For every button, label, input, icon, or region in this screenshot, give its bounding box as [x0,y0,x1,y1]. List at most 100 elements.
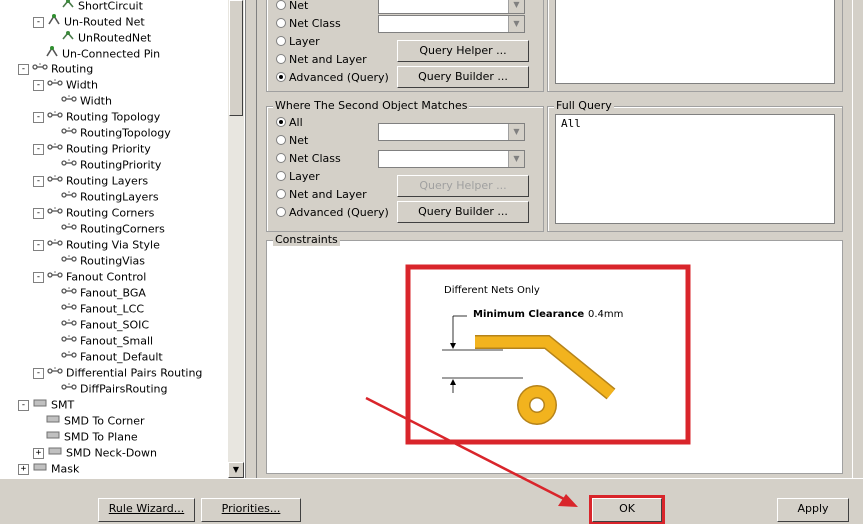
rules-tree[interactable]: ShortCircuit - Un-Routed Net UnRoutedNet Un-… [0,0,246,478]
routing-rule-icon [47,109,63,126]
tree-item[interactable]: Un-Connected Pin [33,45,160,61]
tree-item[interactable]: + Mask [18,461,79,477]
tree-item[interactable]: - Fanout Control [33,269,146,285]
tree-item[interactable]: - Width [33,77,98,93]
smt-rule-icon [32,461,48,478]
tree-item-label: UnRoutedNet [78,31,152,45]
collapse-icon[interactable]: - [33,144,44,155]
routing-rule-icon [61,381,77,398]
routing-rule-icon [32,61,48,78]
tree-item[interactable]: - SMT [18,397,74,413]
collapse-icon[interactable]: - [33,208,44,219]
tree-item[interactable]: DiffPairsRouting [49,381,167,397]
tree-item-label: Un-Routed Net [64,15,145,29]
minimum-clearance-value[interactable]: 0.4mm [588,309,623,320]
tree-item[interactable]: + SMD Neck-Down [33,445,157,461]
tree-scrollbar-thumb[interactable] [229,0,243,116]
routing-rule-icon [61,333,77,350]
tree-item[interactable]: - Routing Priority [33,141,151,157]
tree-item[interactable]: UnRoutedNet [49,29,151,45]
expand-icon[interactable]: + [18,464,29,475]
different-nets-label: Different Nets Only [444,285,540,296]
apply-button[interactable]: Apply [777,498,849,522]
expand-icon[interactable]: + [33,448,44,459]
tree-item-label: Width [66,78,98,92]
tree-item[interactable]: SMD To Corner [33,413,145,429]
tree-item-label: Un-Connected Pin [62,47,161,61]
tree-item-label: DiffPairsRouting [80,382,168,396]
tree-item[interactable]: Fanout_LCC [49,301,144,317]
routing-rule-icon [61,189,77,206]
scroll-down-button[interactable]: ▼ [228,462,244,478]
tree-item[interactable]: RoutingLayers [49,189,159,205]
tree-item-label: Fanout_LCC [80,302,145,316]
routing-rule-icon [47,77,63,94]
collapse-icon[interactable]: - [33,368,44,379]
tree-item-label: SMD Neck-Down [66,446,157,460]
tree-item[interactable]: Fanout_Small [49,333,153,349]
routing-rule-icon [61,301,77,318]
tree-item[interactable]: SMD To Plane [33,429,138,445]
collapse-icon[interactable]: - [33,176,44,187]
routing-rule-icon [61,93,77,110]
tree-item-label: RoutingPriority [80,158,162,172]
tree-item-label: Fanout_Default [80,350,163,364]
collapse-icon[interactable]: - [33,272,44,283]
tree-item[interactable]: Fanout_Default [49,349,163,365]
tree-item-label: RoutingLayers [80,190,159,204]
tree-item[interactable]: RoutingTopology [49,125,171,141]
tree-item-label: Fanout_Small [80,334,154,348]
tree-item[interactable]: - Un-Routed Net [33,13,145,29]
routing-rule-icon [47,173,63,190]
tree-item-label: RoutingCorners [80,222,165,236]
smt-rule-icon [47,445,63,462]
routing-rule-icon [47,365,63,382]
tree-item[interactable]: Fanout_BGA [49,285,146,301]
tree-item[interactable]: RoutingCorners [49,221,165,237]
tree-item[interactable]: Fanout_SOIC [49,317,149,333]
rule-wizard-button[interactable]: Rule Wizard... [98,498,195,522]
dialog-button-bar: Rule Wizard... Priorities... OK Apply [0,478,863,524]
tree-item[interactable]: - Routing Corners [33,205,154,221]
tree-item-label: Routing Corners [66,206,155,220]
tree-item[interactable]: RoutingVias [49,253,145,269]
tree-item[interactable]: - Routing Topology [33,109,160,125]
ok-button[interactable]: OK [589,495,665,524]
tree-item[interactable]: ShortCircuit [49,0,143,13]
tree-item-label: Fanout_BGA [80,286,146,300]
routing-rule-icon [61,285,77,302]
minimum-clearance-label: Minimum Clearance [473,309,585,320]
tree-item[interactable]: RoutingPriority [49,157,161,173]
tree-item-label: Fanout Control [66,270,147,284]
collapse-icon[interactable]: - [18,64,29,75]
priorities-button[interactable]: Priorities... [201,498,301,522]
collapse-icon[interactable]: - [18,400,29,411]
collapse-icon[interactable]: - [33,240,44,251]
tree-item-label: ShortCircuit [78,0,143,13]
tree-item-label: Width [80,94,112,108]
tree-item[interactable]: - Differential Pairs Routing [33,365,202,381]
routing-rule-icon [61,221,77,238]
routing-rule-icon [61,253,77,270]
collapse-icon[interactable]: - [33,112,44,123]
tree-item-label: Mask [51,462,80,476]
smt-rule-icon [45,413,61,430]
tree-item-label: Differential Pairs Routing [66,366,203,380]
tree-item-label: Fanout_SOIC [80,318,150,332]
tree-item-label: RoutingVias [80,254,145,268]
rule-editor-pane: Net Net Class Layer Net and Layer Advanc… [256,0,853,478]
tree-item[interactable]: - Routing Layers [33,173,148,189]
tree-item-label: Routing Layers [66,174,149,188]
routing-rule-icon [61,317,77,334]
tree-item-label: Routing Via Style [66,238,160,252]
tree-item-label: Routing Topology [66,110,161,124]
tree-item[interactable]: Width [49,93,112,109]
tree-item-label: Routing [51,62,94,76]
tree-item-label: RoutingTopology [80,126,171,140]
collapse-icon[interactable]: - [33,17,44,28]
tree-item[interactable]: - Routing Via Style [33,237,160,253]
collapse-icon[interactable]: - [33,80,44,91]
tree-scrollbar[interactable]: ▼ [228,0,244,478]
dialog-edge [852,0,863,478]
tree-item[interactable]: - Routing [18,61,93,77]
